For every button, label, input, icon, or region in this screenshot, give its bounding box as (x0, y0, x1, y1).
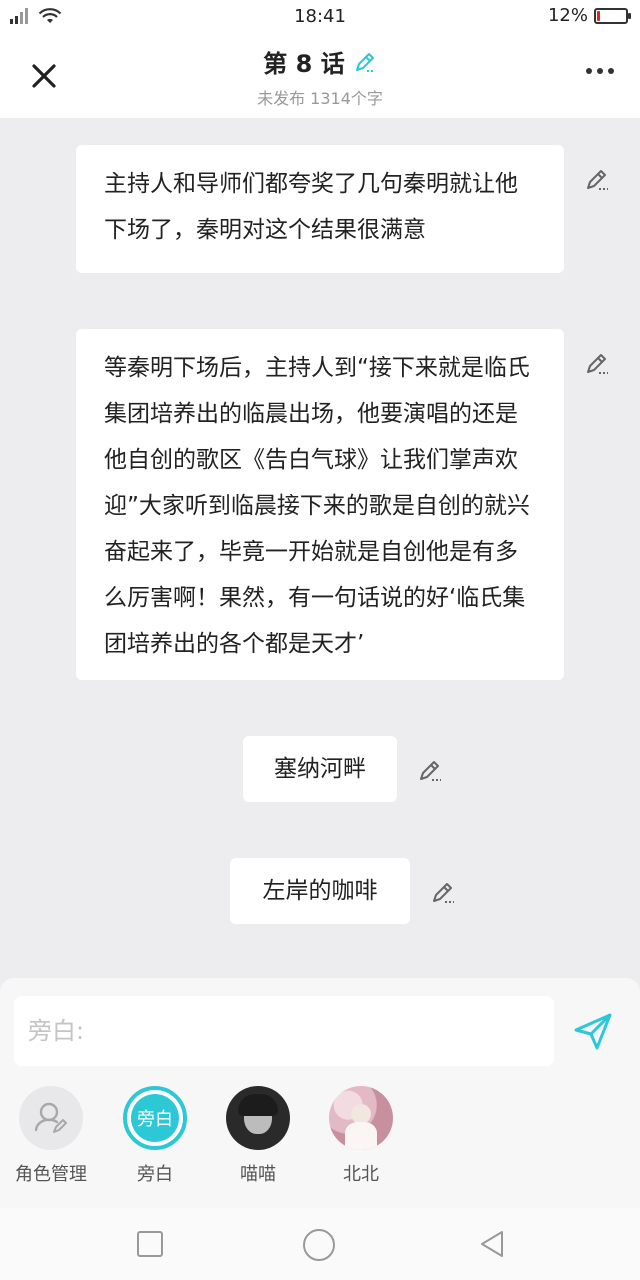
pencil-icon[interactable] (430, 879, 456, 905)
role-manage-button[interactable]: 角色管理 (3, 1086, 99, 1186)
role-miaomiao[interactable]: 喵喵 (210, 1086, 306, 1186)
pencil-icon[interactable] (584, 350, 610, 376)
send-icon[interactable] (572, 1010, 614, 1052)
role-manage-icon (19, 1086, 83, 1150)
message-bubble[interactable]: 等秦明下场后，主持人到“接下来就是临氏集团培养出的临晨出场，他要演唱的还是他自创… (76, 329, 564, 680)
header: 第 8 话 未发布 1314个字 (0, 34, 640, 118)
role-label: 北北 (343, 1164, 379, 1185)
pencil-icon[interactable] (353, 50, 377, 74)
role-selector: 角色管理 旁白 旁白 喵喵 北北 (0, 1086, 640, 1186)
chapter-title[interactable]: 第 8 话 (263, 44, 376, 79)
avatar (226, 1086, 290, 1150)
chapter-title-text: 第 8 话 (263, 50, 345, 78)
narrator-badge: 旁白 (131, 1094, 179, 1142)
message-text: 塞纳河畔 (274, 756, 366, 782)
status-bar: 18:41 12% (0, 0, 640, 34)
message-bubble[interactable]: 塞纳河畔 (243, 736, 397, 802)
role-label: 旁白 (137, 1164, 173, 1185)
role-label: 喵喵 (240, 1164, 276, 1185)
narrator-avatar: 旁白 (123, 1086, 187, 1150)
message-text: 等秦明下场后，主持人到“接下来就是临氏集团培养出的临晨出场，他要演唱的还是他自创… (104, 355, 530, 657)
back-icon[interactable] (476, 1228, 508, 1260)
message-bubble[interactable]: 主持人和导师们都夸奖了几句秦明就让他下场了，秦明对这个结果很满意 (76, 145, 564, 273)
pencil-icon[interactable] (584, 166, 610, 192)
role-narrator[interactable]: 旁白 旁白 (107, 1086, 203, 1186)
status-time: 18:41 (294, 6, 346, 27)
home-icon[interactable] (302, 1228, 336, 1262)
role-beibei[interactable]: 北北 (313, 1086, 409, 1186)
battery-icon (594, 7, 631, 24)
pencil-icon[interactable] (417, 757, 443, 783)
battery-percent: 12% (547, 5, 588, 26)
system-nav-bar (0, 1208, 640, 1280)
narration-input[interactable] (14, 996, 554, 1066)
avatar (329, 1086, 393, 1150)
recent-apps-icon[interactable] (136, 1230, 164, 1258)
message-text: 左岸的咖啡 (262, 878, 378, 904)
battery-level (597, 10, 600, 21)
message-bubble[interactable]: 左岸的咖啡 (230, 858, 410, 924)
role-label: 角色管理 (15, 1164, 87, 1185)
message-text: 主持人和导师们都夸奖了几句秦明就让他下场了，秦明对这个结果很满意 (104, 171, 518, 243)
more-icon[interactable] (586, 68, 614, 74)
chapter-status: 未发布 1314个字 (257, 89, 383, 108)
